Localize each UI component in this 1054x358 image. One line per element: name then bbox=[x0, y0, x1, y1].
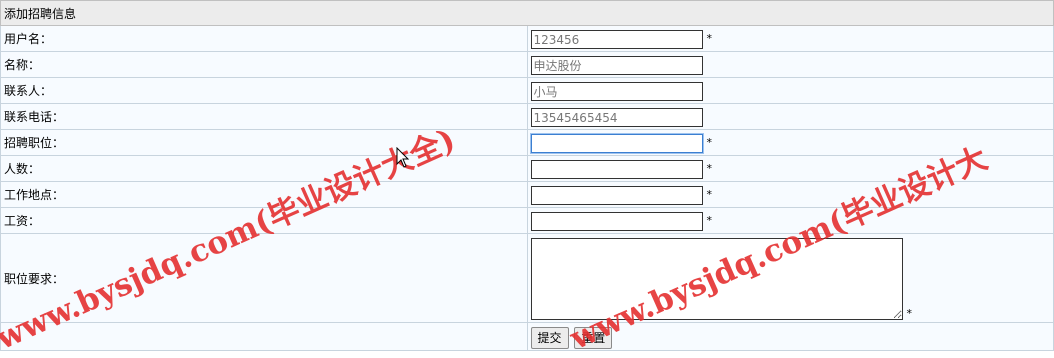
contact-person-field[interactable] bbox=[530, 82, 703, 101]
company-name-field[interactable] bbox=[530, 56, 703, 75]
form-row-requirements: 职位要求： * bbox=[0, 233, 1054, 323]
headcount-label: 人数： bbox=[0, 155, 528, 182]
salary-label: 工资： bbox=[0, 207, 528, 234]
form-row-contact-phone: 联系电话： bbox=[0, 103, 1054, 130]
company-name-label: 名称： bbox=[0, 51, 528, 78]
form-row-headcount: 人数： * bbox=[0, 155, 1054, 182]
username-field[interactable] bbox=[530, 30, 703, 49]
job-position-label: 招聘职位： bbox=[0, 129, 528, 156]
contact-phone-label: 联系电话： bbox=[0, 103, 528, 130]
form-row-username: 用户名： * bbox=[0, 25, 1054, 52]
form-row-job-position: 招聘职位： * bbox=[0, 129, 1054, 156]
required-mark: * bbox=[906, 307, 913, 320]
form-row-contact-person: 联系人： bbox=[0, 77, 1054, 104]
submit-button[interactable]: 提交 bbox=[530, 326, 569, 349]
required-mark: * bbox=[706, 162, 713, 175]
requirements-textarea[interactable] bbox=[530, 238, 903, 320]
form-row-work-location: 工作地点： * bbox=[0, 181, 1054, 208]
username-label: 用户名： bbox=[0, 25, 528, 52]
required-mark: * bbox=[706, 32, 713, 45]
job-position-field[interactable] bbox=[529, 133, 704, 154]
form-row-salary: 工资： * bbox=[0, 207, 1054, 234]
work-location-label: 工作地点： bbox=[0, 181, 528, 208]
contact-phone-field[interactable] bbox=[530, 108, 703, 127]
work-location-field[interactable] bbox=[530, 186, 703, 205]
form-title: 添加招聘信息 bbox=[0, 0, 1054, 26]
required-mark: * bbox=[706, 188, 713, 201]
contact-person-label: 联系人： bbox=[0, 77, 528, 104]
headcount-field[interactable] bbox=[530, 160, 703, 179]
required-mark: * bbox=[706, 136, 713, 149]
form-row-actions: 提交 重置 bbox=[0, 322, 1054, 351]
requirements-label: 职位要求： bbox=[0, 233, 528, 323]
required-mark: * bbox=[706, 214, 713, 227]
reset-button[interactable]: 重置 bbox=[574, 326, 613, 349]
add-job-form: 添加招聘信息 用户名： * 名称： 联系人： 联系电话： 招聘职位： * 人数：… bbox=[0, 0, 1054, 351]
form-row-company-name: 名称： bbox=[0, 51, 1054, 78]
salary-field[interactable] bbox=[530, 212, 703, 231]
